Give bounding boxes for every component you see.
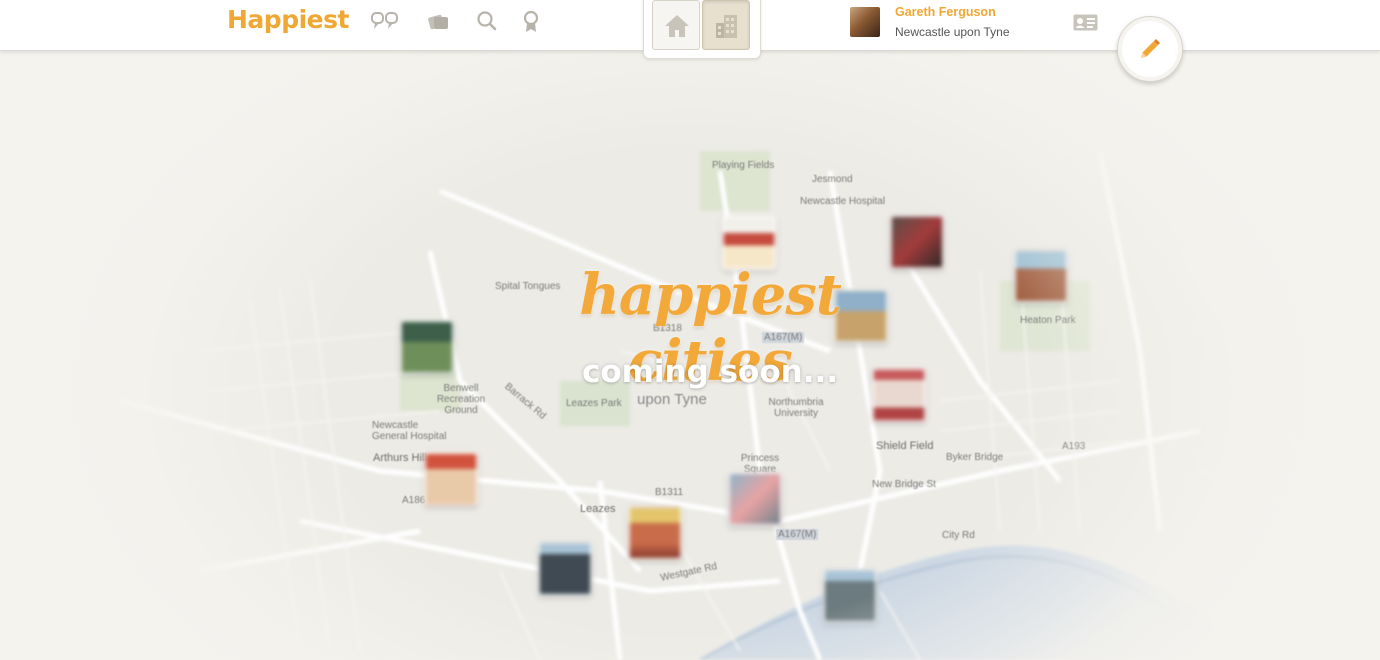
- map-marker[interactable]: [628, 506, 682, 560]
- map-label: B1311: [655, 487, 684, 498]
- logo[interactable]: Happiest: [227, 5, 349, 34]
- map-label: Byker Bridge: [946, 452, 1004, 463]
- map-marker[interactable]: [538, 542, 592, 596]
- profile-location: Newcastle upon Tyne: [895, 25, 1010, 39]
- map-marker[interactable]: [1014, 249, 1068, 303]
- map-label: Playing Fields: [712, 160, 775, 171]
- map-marker[interactable]: [728, 472, 782, 526]
- home-view-button[interactable]: [652, 0, 700, 50]
- map-label: Jesmond: [812, 174, 853, 185]
- search-icon[interactable]: [476, 10, 504, 36]
- view-toggle: [643, 0, 761, 59]
- map-label: Heaton Park: [1020, 315, 1076, 326]
- map-label: A186: [402, 495, 426, 506]
- hero-subtitle: coming soon...: [581, 354, 839, 390]
- map-label: Northumbria University: [768, 397, 824, 419]
- pencil-icon: [1141, 39, 1160, 58]
- city-icon: [716, 15, 737, 38]
- map-label: A193: [1062, 441, 1086, 452]
- quotes-icon[interactable]: [371, 10, 399, 36]
- map-label: Arthurs Hill: [373, 452, 427, 464]
- map-label: Shield Field: [876, 440, 934, 452]
- page: Playing Fields Jesmond Newcastle Hospita…: [0, 0, 1380, 660]
- edit-button[interactable]: [1117, 16, 1183, 82]
- map-label: Newcastle Hospital: [800, 196, 886, 207]
- map-label: Benwell Recreation Ground: [436, 383, 486, 416]
- badge-icon[interactable]: [522, 10, 550, 36]
- profile-name[interactable]: Gareth Ferguson: [895, 5, 996, 19]
- avatar[interactable]: [850, 7, 880, 37]
- map-label: A167(M): [776, 529, 819, 540]
- city-view-button[interactable]: [702, 0, 750, 50]
- map-label: Newcastle General Hospital: [372, 420, 447, 442]
- map-label: Leazes Park: [566, 398, 622, 409]
- map-label: Leazes: [580, 503, 616, 515]
- map-label: New Bridge St: [872, 479, 936, 490]
- map-marker[interactable]: [823, 569, 877, 623]
- home-icon: [665, 15, 689, 37]
- map-marker[interactable]: [424, 452, 478, 506]
- gallery-icon[interactable]: [427, 10, 455, 36]
- map-label: City Rd: [942, 530, 975, 541]
- map-marker[interactable]: [400, 320, 454, 374]
- map-marker[interactable]: [890, 215, 944, 269]
- id-card-icon[interactable]: [1073, 14, 1098, 31]
